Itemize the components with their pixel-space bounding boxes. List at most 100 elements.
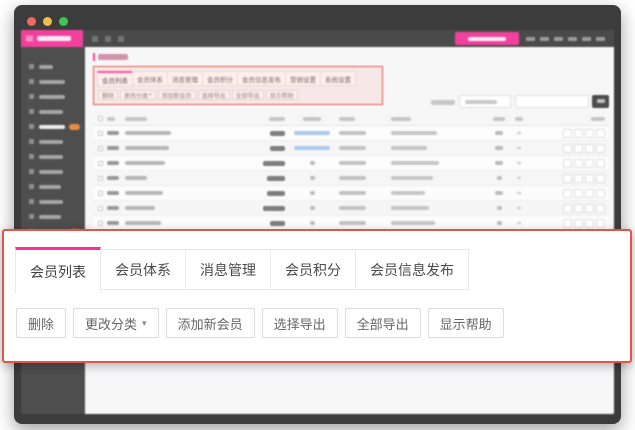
column-header-placeholder [515,117,523,121]
sidebar-item-members-active[interactable] [21,119,85,134]
sidebar-item[interactable] [21,149,85,164]
table-row[interactable] [93,126,609,141]
row-action-button[interactable] [596,159,605,168]
show-help-button[interactable]: 显示帮助 [428,308,504,338]
row-checkbox[interactable] [98,221,103,226]
sidebar-item[interactable] [21,89,85,104]
row-action-button[interactable] [585,159,594,168]
add-member-button[interactable]: 添加新会员 [166,308,255,338]
row-action-button[interactable] [574,144,583,153]
sidebar-item-icon [29,169,34,174]
tab-member-list[interactable]: 会员列表 [15,247,101,293]
row-action-button[interactable] [563,129,572,138]
table-row[interactable] [93,171,609,186]
row-action-button[interactable] [585,129,594,138]
sidebar-item[interactable] [21,209,85,224]
email-link[interactable] [294,131,330,135]
row-action-button[interactable] [574,204,583,213]
table-header-row [93,112,609,126]
export-selected-button[interactable]: 选择导出 [262,308,338,338]
tab-member-info-publish[interactable]: 会员信息发布 [237,71,286,86]
tab-member-system[interactable]: 会员体系 [100,249,186,290]
row-action-button[interactable] [563,174,572,183]
table-row[interactable] [93,156,609,171]
tab-member-list[interactable]: 会员列表 [97,71,133,87]
tab-member-system[interactable]: 会员体系 [132,71,168,86]
navbar-menu-item[interactable] [540,37,549,41]
tab-marketing-settings[interactable]: 营销设置 [285,71,321,86]
row-action-button[interactable] [585,189,594,198]
navbar-icon[interactable] [105,36,111,42]
delete-button[interactable]: 删除 [16,308,66,338]
row-action-button[interactable] [574,174,583,183]
account-button[interactable] [455,32,519,45]
navbar-menu-item[interactable] [568,37,577,41]
row-action-button[interactable] [563,204,572,213]
row-action-button[interactable] [596,219,605,228]
close-window-button[interactable] [27,17,36,26]
search-input[interactable] [515,95,589,108]
tab-member-points[interactable]: 会员积分 [202,71,238,86]
sidebar-item[interactable] [21,164,85,179]
navbar-icon[interactable] [118,36,124,42]
search-label-placeholder [431,100,455,105]
row-action-button[interactable] [574,159,583,168]
row-action-button[interactable] [596,189,605,198]
zoom-window-button[interactable] [59,17,68,26]
row-checkbox[interactable] [98,206,103,211]
row-action-button[interactable] [574,189,583,198]
row-action-button[interactable] [596,204,605,213]
tab-member-points[interactable]: 会员积分 [270,249,356,290]
email-link[interactable] [294,146,330,150]
sidebar-item-icon [29,124,34,129]
export-all-button[interactable]: 全部导出 [345,308,421,338]
navbar-menu-item[interactable] [554,37,563,41]
member-toolbar-magnified: 删除 更改分类▾ 添加新会员 选择导出 全部导出 显示帮助 [16,308,504,338]
sidebar-item[interactable] [21,134,85,149]
member-table [93,112,609,231]
navbar-menu-item[interactable] [526,37,535,41]
row-action-button[interactable] [563,189,572,198]
tab-message-management[interactable]: 消息管理 [167,71,203,86]
minimize-window-button[interactable] [43,17,52,26]
sidebar-item-icon [29,64,34,69]
tab-system-settings[interactable]: 系统设置 [320,71,356,86]
row-action-button[interactable] [585,204,594,213]
navbar-menu-item[interactable] [596,37,605,41]
tab-member-info-publish[interactable]: 会员信息发布 [355,249,469,290]
row-checkbox[interactable] [98,146,103,151]
table-search-row [85,95,614,109]
column-header-placeholder [391,117,411,121]
sidebar-item[interactable] [21,179,85,194]
app-logo[interactable] [21,30,83,47]
row-action-button[interactable] [585,144,594,153]
row-action-button[interactable] [596,129,605,138]
table-row[interactable] [93,201,609,216]
row-checkbox[interactable] [98,131,103,136]
table-row[interactable] [93,141,609,156]
row-action-button[interactable] [585,174,594,183]
table-row[interactable] [93,186,609,201]
filter-select[interactable] [459,95,511,108]
row-action-button[interactable] [574,129,583,138]
navbar-menu-item[interactable] [582,37,591,41]
row-action-button[interactable] [596,174,605,183]
change-category-button[interactable]: 更改分类▾ [73,308,159,338]
row-action-button[interactable] [596,144,605,153]
row-action-button[interactable] [585,219,594,228]
row-action-button[interactable] [563,159,572,168]
row-checkbox[interactable] [98,176,103,181]
row-action-button[interactable] [563,144,572,153]
navbar-icon[interactable] [92,36,98,42]
sidebar-item[interactable] [21,104,85,119]
sidebar-item[interactable] [21,59,85,74]
tab-message-management[interactable]: 消息管理 [185,249,271,290]
row-checkbox[interactable] [98,191,103,196]
row-action-button[interactable] [574,219,583,228]
row-checkbox[interactable] [98,161,103,166]
row-action-button[interactable] [563,219,572,228]
search-button[interactable] [592,95,609,108]
sidebar-item[interactable] [21,194,85,209]
sidebar-item[interactable] [21,74,85,89]
select-all-checkbox[interactable] [98,116,103,121]
